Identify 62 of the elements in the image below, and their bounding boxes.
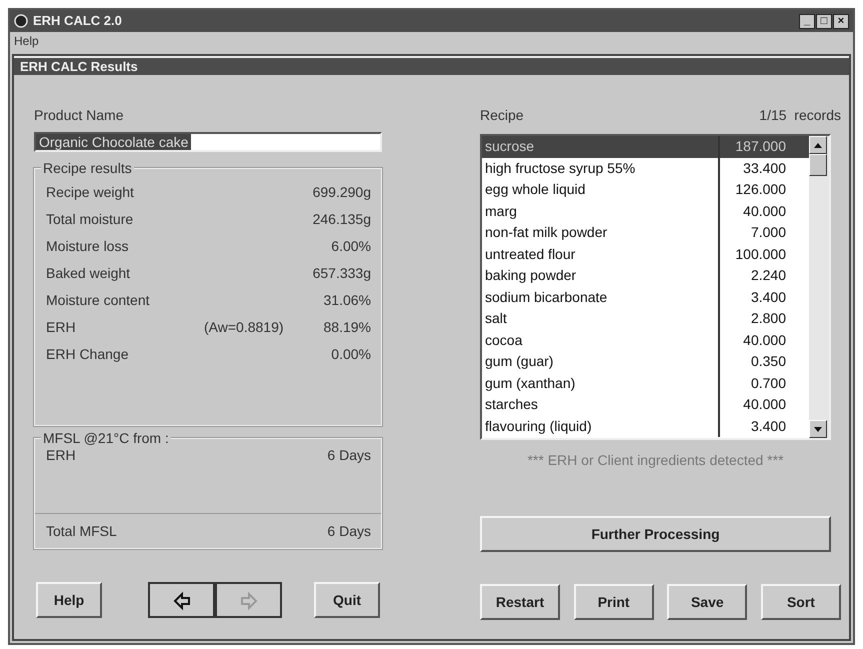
result-label: Total MFSL	[46, 522, 117, 541]
list-row[interactable]: marg 40.000	[482, 200, 809, 222]
down-arrow-icon	[814, 426, 822, 432]
list-row[interactable]: cocoa 40.000	[482, 330, 809, 351]
list-row[interactable]: non-fat milk powder 7.000	[482, 222, 809, 244]
result-value: 0.00%	[331, 345, 371, 364]
result-value: 6 Days	[327, 522, 371, 541]
list-label: Recipe	[480, 106, 524, 125]
result-value: 6.00%	[331, 237, 371, 256]
result-value: 31.06%	[324, 291, 371, 310]
list-row[interactable]: flavouring (liquid) 3.400	[482, 416, 809, 437]
result-value: 246.135g	[312, 210, 371, 229]
list-row[interactable]: egg whole liquid 126.000	[482, 179, 809, 200]
group-title: Recipe results	[41, 160, 134, 176]
panel-title: ERH CALC Results	[14, 56, 849, 75]
result-note: (Aw=0.8819)	[204, 318, 284, 337]
push-button[interactable]: Quit	[314, 582, 380, 618]
result-value: 657.333g	[312, 264, 371, 283]
further-processing-button[interactable]: Further Processing	[480, 516, 831, 552]
product-name-field[interactable]: Organic Chocolate cake	[34, 132, 382, 152]
list-row[interactable]: baking powder 2.240	[482, 265, 809, 286]
group-title: MFSL @21°C from :	[41, 430, 171, 446]
scroll-thumb[interactable]	[809, 154, 827, 176]
status-note: *** ERH or Client ingredients detected ***	[526, 451, 785, 470]
list-row[interactable]: starches 40.000	[482, 394, 809, 416]
menu-item[interactable]: Help	[14, 32, 39, 50]
window-title: ERH CALC 2.0	[33, 12, 123, 30]
push-button[interactable]: Sort	[760, 584, 841, 620]
result-value: 699.290g	[312, 183, 371, 202]
list-row[interactable]: high fructose syrup 55% 33.400	[482, 158, 809, 179]
app-icon	[14, 14, 28, 28]
list-row[interactable]: sodium bicarbonate 3.400	[482, 286, 809, 308]
recipe-list[interactable]	[480, 134, 831, 440]
result-label: ERH	[46, 446, 76, 464]
list-row[interactable]: untreated flour 100.000	[482, 244, 809, 265]
field-label: Product Name	[34, 106, 124, 125]
scroll-down-button[interactable]	[809, 420, 827, 438]
minimize-button[interactable]: _	[799, 14, 815, 28]
push-button[interactable]: Save	[667, 584, 748, 620]
result-label: Total moisture	[46, 210, 134, 229]
record-count: 1/15 records	[759, 106, 841, 125]
push-button[interactable]: Help	[36, 582, 102, 618]
list-row[interactable]: gum (guar) 0.350	[482, 351, 809, 372]
result-label: ERH Change	[46, 345, 128, 364]
scroll-up-button[interactable]	[809, 136, 827, 154]
push-button[interactable]: Print	[574, 584, 654, 620]
list-row[interactable]: sucrose 187.000	[482, 136, 809, 158]
up-arrow-icon	[814, 142, 822, 148]
result-label: Moisture loss	[46, 237, 128, 256]
result-label: Moisture content	[46, 291, 150, 310]
result-value: 6 Days	[327, 446, 371, 465]
maximize-button[interactable]: □	[816, 14, 832, 28]
result-label: ERH	[46, 318, 76, 337]
back-button[interactable]	[148, 582, 215, 618]
push-button[interactable]: Restart	[480, 584, 560, 620]
scrollbar[interactable]	[809, 136, 829, 438]
close-button[interactable]: ×	[833, 14, 849, 28]
list-row[interactable]: salt 2.800	[482, 308, 809, 330]
result-value: 88.19%	[324, 318, 371, 337]
result-label: Baked weight	[46, 264, 130, 283]
result-label: Recipe weight	[46, 183, 134, 202]
list-row[interactable]: gum (xanthan) 0.700	[482, 372, 809, 394]
